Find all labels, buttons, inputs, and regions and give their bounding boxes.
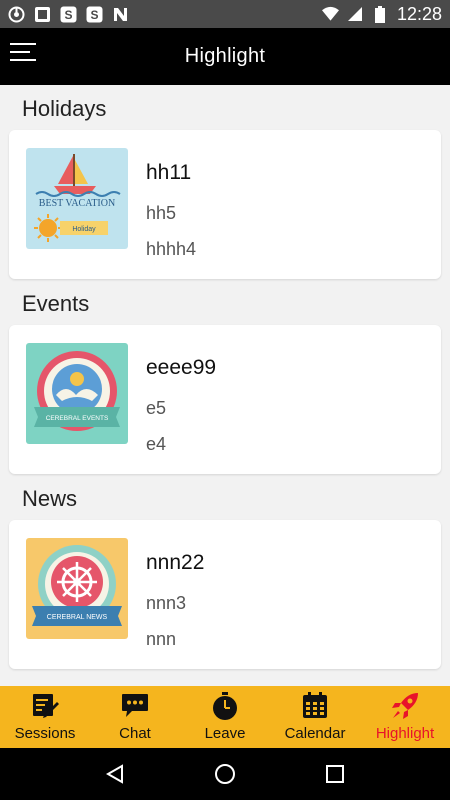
s-app-icon: S bbox=[86, 6, 103, 23]
nav-calendar[interactable]: Calendar bbox=[270, 686, 360, 748]
wifi-icon bbox=[321, 6, 339, 23]
holiday-image-text: BEST VACATION bbox=[39, 198, 115, 209]
s-app-icon: S bbox=[60, 6, 77, 23]
nav-chat[interactable]: Chat bbox=[90, 686, 180, 748]
calendar-icon bbox=[303, 692, 327, 718]
nav-label-leave: Leave bbox=[204, 725, 246, 742]
chat-icon bbox=[122, 694, 148, 717]
bottom-nav: Sessions Chat Leave Calendar Highlight bbox=[0, 686, 450, 748]
page-title: Highlight bbox=[184, 45, 266, 67]
app-bar: Highlight bbox=[0, 28, 450, 85]
back-icon[interactable] bbox=[101, 760, 129, 788]
n-app-icon bbox=[112, 6, 129, 23]
svg-text:S: S bbox=[90, 8, 98, 22]
highlight-list[interactable]: Holidays BEST VACATION Holiday hh11 hh5 … bbox=[0, 85, 450, 686]
signal-icon bbox=[347, 6, 364, 23]
card-detail: e4 bbox=[146, 434, 167, 454]
nav-label-sessions: Sessions bbox=[14, 725, 76, 742]
highlight-card-news[interactable]: CEREBRAL NEWS nnn22 nnn3 nnn bbox=[9, 520, 441, 669]
highlight-card-holidays[interactable]: BEST VACATION Holiday hh11 hh5 hhhh4 bbox=[9, 130, 441, 279]
section-title-news: News bbox=[22, 486, 78, 511]
nav-sessions[interactable]: Sessions bbox=[0, 686, 90, 748]
nav-label-highlight: Highlight bbox=[375, 725, 435, 742]
nav-leave[interactable]: Leave bbox=[180, 686, 270, 748]
clock: 12:28 bbox=[396, 3, 442, 24]
section-title-events: Events bbox=[22, 291, 90, 316]
system-nav-bar bbox=[0, 748, 450, 800]
card-title: eeee99 bbox=[146, 356, 217, 379]
sync-icon bbox=[8, 6, 25, 23]
rocket-icon bbox=[392, 693, 418, 719]
card-detail: nnn bbox=[146, 629, 177, 649]
nav-label-calendar: Calendar bbox=[284, 725, 346, 742]
card-subtitle: nnn3 bbox=[146, 593, 187, 613]
sessions-icon bbox=[33, 694, 59, 718]
svg-text:S: S bbox=[64, 8, 72, 22]
nav-label-chat: Chat bbox=[119, 725, 151, 742]
events-thumbnail: CEREBRAL EVENTS bbox=[26, 343, 128, 444]
news-thumbnail: CEREBRAL NEWS bbox=[26, 538, 128, 639]
holiday-image-sub: Holiday bbox=[72, 226, 96, 233]
card-detail: hhhh4 bbox=[146, 239, 197, 259]
status-bar: S S 12:28 bbox=[0, 0, 450, 28]
battery-icon bbox=[372, 5, 389, 23]
events-image-text: CEREBRAL EVENTS bbox=[46, 415, 109, 422]
card-title: hh11 bbox=[146, 161, 192, 184]
section-title-holidays: Holidays bbox=[22, 96, 107, 121]
hamburger-icon[interactable] bbox=[10, 43, 36, 65]
recents-icon[interactable] bbox=[321, 760, 349, 788]
news-image-text: CEREBRAL NEWS bbox=[47, 614, 108, 621]
card-subtitle: hh5 bbox=[146, 203, 177, 223]
home-icon[interactable] bbox=[211, 760, 239, 788]
nav-highlight[interactable]: Highlight bbox=[360, 686, 450, 748]
holiday-thumbnail: BEST VACATION Holiday bbox=[26, 148, 128, 249]
stopwatch-icon bbox=[213, 692, 237, 720]
card-subtitle: e5 bbox=[146, 398, 167, 418]
card-title: nnn22 bbox=[146, 551, 205, 574]
highlight-card-events[interactable]: CEREBRAL EVENTS eeee99 e5 e4 bbox=[9, 325, 441, 474]
screenshot-icon bbox=[34, 6, 51, 23]
